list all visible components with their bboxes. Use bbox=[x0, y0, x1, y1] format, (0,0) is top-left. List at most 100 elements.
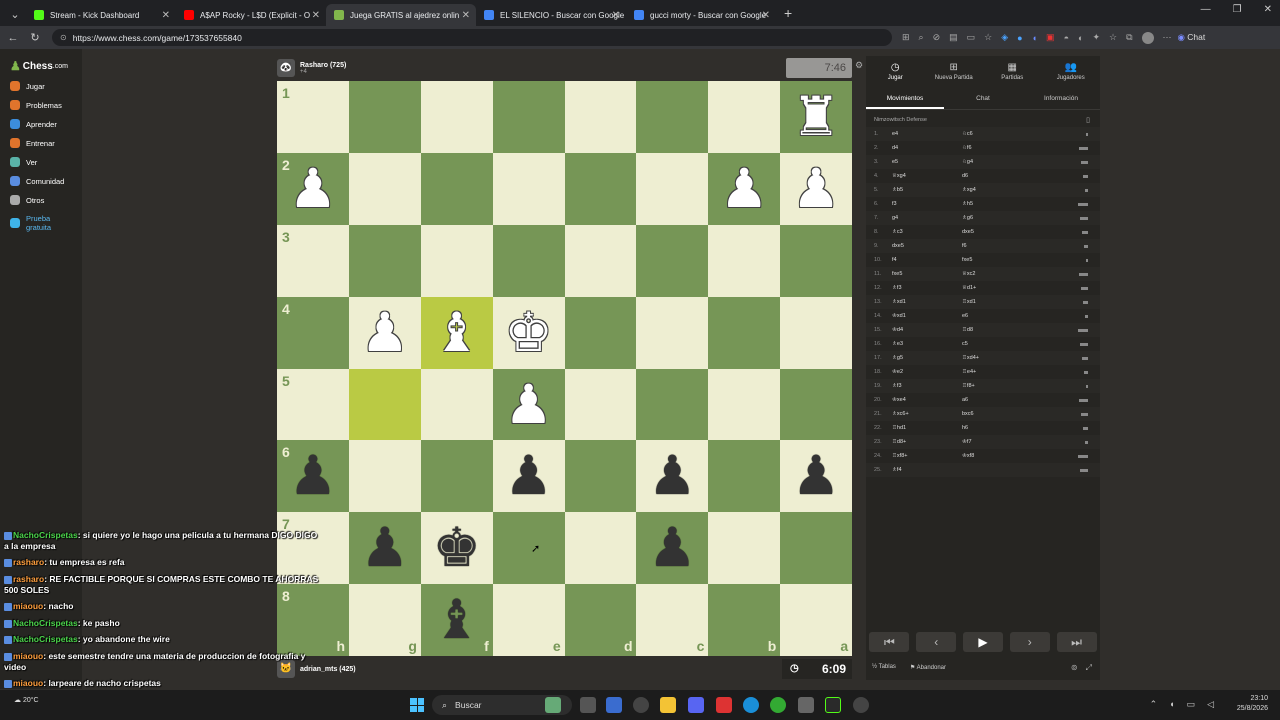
sidebar-item-jugar[interactable]: Jugar bbox=[10, 81, 45, 91]
chat-username[interactable]: NachoCrispetas bbox=[13, 530, 78, 540]
panel-tab-jugar[interactable]: ◷ Jugar bbox=[866, 56, 925, 88]
square-f8[interactable]: f ♝ bbox=[420, 584, 493, 657]
square-b1[interactable] bbox=[708, 81, 781, 153]
book-icon[interactable]: ▯ bbox=[1086, 116, 1090, 124]
maximize-icon[interactable]: ❐ bbox=[1233, 4, 1242, 15]
square-h4[interactable]: 4 bbox=[277, 296, 349, 369]
extension-icon[interactable]: ◐ bbox=[1078, 33, 1083, 43]
white-move[interactable]: ♔xd1 bbox=[892, 313, 962, 319]
square-h1[interactable]: 1 bbox=[277, 81, 349, 153]
square-c3[interactable] bbox=[636, 224, 709, 297]
white-pawn[interactable]: ♟ bbox=[708, 153, 780, 225]
square-a3[interactable] bbox=[780, 224, 853, 297]
volume-icon[interactable]: ◁ bbox=[1207, 699, 1214, 710]
square-c5[interactable] bbox=[636, 368, 709, 441]
white-move[interactable]: ♗f3 bbox=[892, 383, 962, 389]
square-f2[interactable] bbox=[420, 152, 493, 225]
black-pawn[interactable]: ♟ bbox=[636, 512, 708, 584]
white-move[interactable]: ♗xd1 bbox=[892, 299, 962, 305]
panel-tab-jugadores[interactable]: 👥 Jugadores bbox=[1042, 56, 1101, 88]
black-move[interactable]: ♘g4 bbox=[962, 159, 1032, 165]
square-g7[interactable]: ♟ bbox=[348, 512, 421, 585]
white-move[interactable]: e4 bbox=[892, 131, 962, 137]
close-tab-icon[interactable]: ✕ bbox=[762, 10, 770, 21]
subtab-chat[interactable]: Chat bbox=[944, 88, 1022, 109]
obs-icon[interactable] bbox=[825, 697, 841, 713]
white-move[interactable]: ♗xc6+ bbox=[892, 411, 962, 417]
zoom-icon[interactable]: ⌕ bbox=[919, 32, 924, 43]
media-icon[interactable] bbox=[853, 697, 869, 713]
black-bishop[interactable]: ♝ bbox=[421, 584, 493, 656]
minimize-icon[interactable]: — bbox=[1201, 4, 1211, 15]
subtab-información[interactable]: Información bbox=[1022, 88, 1100, 109]
sidebar-item-ver[interactable]: Ver bbox=[10, 157, 37, 167]
square-a7[interactable] bbox=[780, 512, 853, 585]
resign-button[interactable]: ⚑ Abandonar bbox=[910, 664, 946, 671]
collections-icon[interactable]: ⧉ bbox=[1126, 32, 1132, 43]
panel-tab-partidas[interactable]: ▦ Partidas bbox=[983, 56, 1042, 88]
square-a6[interactable]: ♟ bbox=[780, 440, 853, 513]
square-e2[interactable] bbox=[492, 152, 565, 225]
square-b3[interactable] bbox=[708, 224, 781, 297]
black-move[interactable]: ♗g6 bbox=[962, 215, 1032, 221]
square-b7[interactable] bbox=[708, 512, 781, 585]
profile-avatar[interactable] bbox=[1141, 31, 1154, 44]
board-settings-icon[interactable]: ⚙ bbox=[855, 60, 863, 71]
square-d8[interactable]: d bbox=[564, 584, 637, 657]
black-pawn[interactable]: ♟ bbox=[636, 440, 708, 512]
star-icon[interactable]: ☆ bbox=[984, 32, 992, 43]
white-move[interactable]: ♗e3 bbox=[892, 341, 962, 347]
extension-icon[interactable]: ▣ bbox=[1046, 32, 1055, 43]
square-e7[interactable] bbox=[492, 512, 565, 585]
square-c7[interactable]: ♟ bbox=[636, 512, 709, 585]
white-move[interactable]: dxe5 bbox=[892, 243, 962, 249]
white-move[interactable]: d4 bbox=[892, 145, 962, 151]
mic-icon[interactable]: ◖ bbox=[1169, 699, 1174, 710]
black-pawn[interactable]: ♟ bbox=[780, 440, 852, 512]
square-b6[interactable] bbox=[708, 440, 781, 513]
black-move[interactable]: ♖e4+ bbox=[962, 369, 1032, 375]
white-move[interactable]: ♗c3 bbox=[892, 229, 962, 235]
white-move[interactable]: fxe5 bbox=[892, 271, 962, 277]
expand-icon[interactable]: ⤢ bbox=[1086, 663, 1092, 673]
next-move-icon[interactable]: › bbox=[1009, 632, 1050, 652]
sidebar-item-prueba-gratuita[interactable]: Prueba gratuita bbox=[10, 214, 66, 232]
white-move[interactable]: ♔d4 bbox=[892, 327, 962, 333]
black-move[interactable]: c5 bbox=[962, 341, 1032, 347]
black-pawn[interactable]: ♟ bbox=[493, 440, 565, 512]
black-move[interactable]: ♕xc2 bbox=[962, 271, 1032, 277]
chat-username[interactable]: NachoCrispetas bbox=[13, 618, 78, 628]
black-pawn[interactable]: ♟ bbox=[277, 440, 349, 512]
share-icon[interactable]: ⊚ bbox=[1071, 663, 1078, 673]
extension-icon[interactable]: ◖ bbox=[1032, 33, 1037, 43]
app-icon[interactable] bbox=[798, 697, 814, 713]
panel-tab-nueva-partida[interactable]: ⊞ Nueva Partida bbox=[925, 56, 984, 88]
white-move[interactable]: f3 bbox=[892, 201, 962, 207]
white-pawn[interactable]: ♟ bbox=[277, 153, 349, 225]
white-pawn[interactable]: ♟ bbox=[493, 369, 565, 441]
sidebar-item-otros[interactable]: Otros bbox=[10, 195, 44, 205]
site-info-icon[interactable]: ⊙ bbox=[60, 33, 67, 42]
weather-widget[interactable]: ☁ 20°C bbox=[14, 696, 39, 704]
square-b5[interactable] bbox=[708, 368, 781, 441]
square-f6[interactable] bbox=[420, 440, 493, 513]
windows-start-icon[interactable] bbox=[410, 698, 424, 712]
square-d4[interactable] bbox=[564, 296, 637, 369]
square-h6[interactable]: 6 ♟ bbox=[277, 440, 349, 513]
white-move[interactable]: ♗b5 bbox=[892, 187, 962, 193]
square-c2[interactable] bbox=[636, 152, 709, 225]
square-g5[interactable] bbox=[348, 368, 421, 441]
square-d5[interactable] bbox=[564, 368, 637, 441]
white-move[interactable]: ♔e2 bbox=[892, 369, 962, 375]
new-tab-button[interactable]: + bbox=[784, 5, 792, 21]
black-move[interactable]: ♗h5 bbox=[962, 201, 1032, 207]
white-king[interactable]: ♚ bbox=[493, 297, 565, 369]
square-g2[interactable] bbox=[348, 152, 421, 225]
square-e6[interactable]: ♟ bbox=[492, 440, 565, 513]
previous-move-icon[interactable]: ‹ bbox=[916, 632, 957, 652]
square-f7[interactable]: ♚ bbox=[420, 512, 493, 585]
square-g3[interactable] bbox=[348, 224, 421, 297]
square-d7[interactable] bbox=[564, 512, 637, 585]
chat-username[interactable]: miaouo bbox=[13, 601, 43, 611]
black-move[interactable]: ♗xg4 bbox=[962, 187, 1032, 193]
